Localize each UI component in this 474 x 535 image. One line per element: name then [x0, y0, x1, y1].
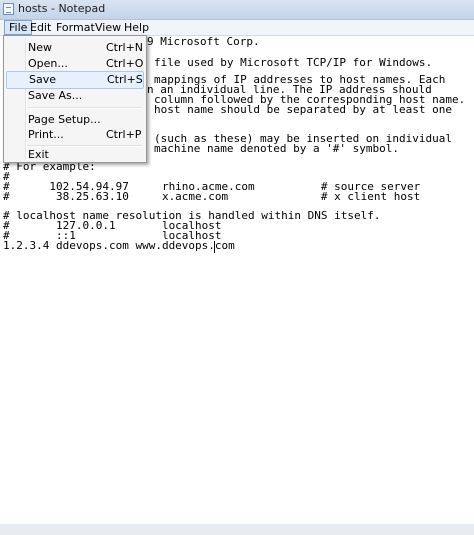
- editor-line: 1.2.3.4 ddevops.com www.ddevops.com: [3, 239, 235, 252]
- title-bar[interactable]: hosts - Notepad: [0, 0, 474, 20]
- menu-item-print[interactable]: Print... Ctrl+P: [6, 126, 144, 144]
- window-title: hosts - Notepad: [18, 2, 106, 15]
- editor-line: # 38.25.63.10 x.acme.com # x client host: [3, 190, 421, 203]
- text-caret: [214, 241, 215, 253]
- menu-help[interactable]: Help: [120, 20, 153, 35]
- menu-bar: File Edit Format View Help: [0, 20, 474, 36]
- menu-separator: [28, 107, 142, 109]
- editor-line: 9 Microsoft Corp.: [147, 35, 260, 48]
- menu-item-save-as[interactable]: Save As...: [6, 87, 144, 105]
- menu-item-exit[interactable]: Exit: [6, 146, 144, 164]
- notepad-icon: [3, 3, 14, 15]
- horizontal-scrollbar[interactable]: [0, 524, 474, 535]
- editor-line: file used by Microsoft TCP/IP for Window…: [154, 56, 433, 69]
- menu-edit[interactable]: Edit: [26, 20, 55, 35]
- file-menu-dropdown: New Ctrl+N Open... Ctrl+O Save Ctrl+S Sa…: [3, 35, 147, 163]
- editor-line: host name should be separated by at leas…: [154, 103, 453, 116]
- editor-line: machine name denoted by a '#' symbol.: [154, 142, 400, 155]
